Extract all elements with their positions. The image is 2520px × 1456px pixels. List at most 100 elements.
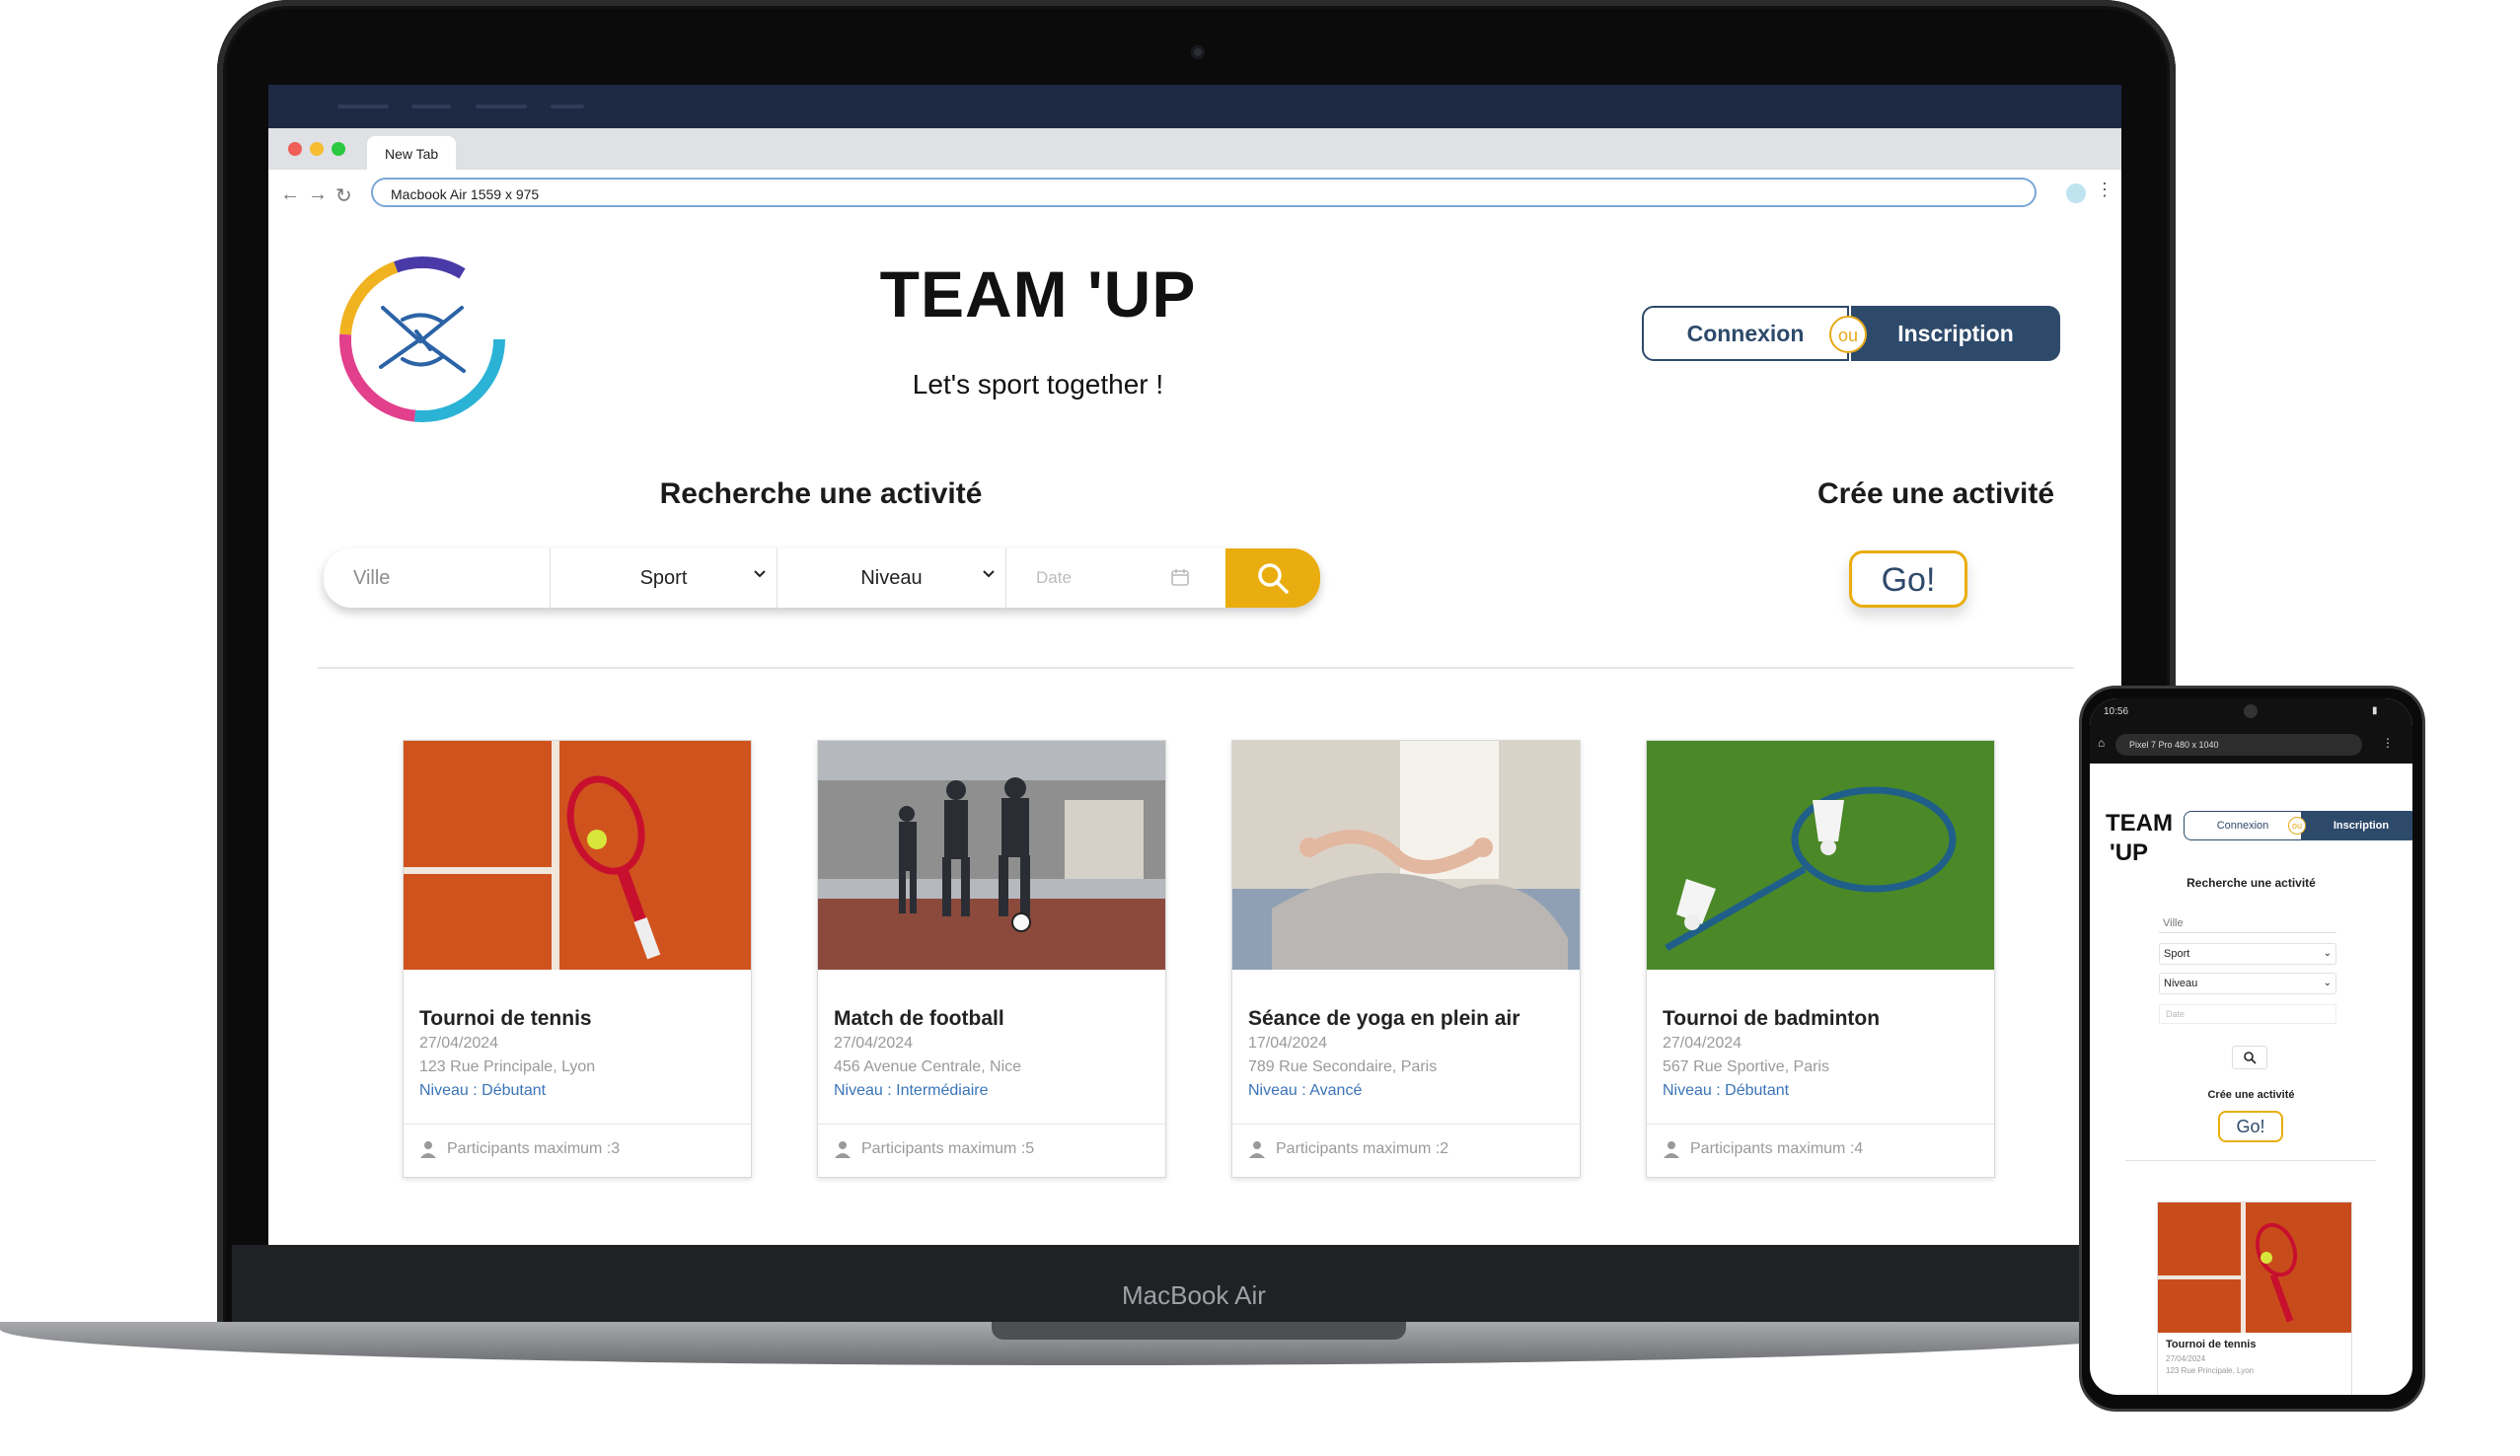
address-bar[interactable]: Macbook Air 1559 x 975 (371, 178, 2037, 207)
more-icon[interactable]: ⋮ (2096, 180, 2113, 200)
level-select[interactable]: Niveau (778, 548, 1006, 608)
card-participants: Participants maximum :2 (1276, 1140, 1449, 1157)
phone-auth-switch: Connexion Inscription ou (2184, 811, 2412, 840)
home-icon[interactable]: ⌂ (2098, 736, 2105, 750)
section-divider (318, 667, 2074, 669)
phone-or-badge: ou (2288, 817, 2306, 835)
forward-icon[interactable]: → (308, 183, 328, 206)
card-footer: Participants maximum :5 (818, 1124, 1165, 1178)
menu-item-placeholder[interactable] (411, 105, 451, 109)
phone-status-bar: 10:56 ▮ (2090, 698, 2412, 726)
phone-card-address: 123 Rue Principale, Lyon (2166, 1366, 2255, 1375)
phone-signup-button[interactable]: Inscription (2302, 811, 2412, 840)
phone-search-button[interactable] (2232, 1046, 2267, 1069)
search-icon (2244, 1052, 2257, 1064)
date-input[interactable]: Date (1006, 548, 1225, 608)
card-date: 27/04/2024 (1663, 1035, 1742, 1052)
calendar-icon[interactable] (1170, 567, 1190, 587)
menu-item-placeholder[interactable] (337, 105, 389, 109)
sport-select-value: Sport (639, 566, 688, 589)
maximize-window-icon[interactable] (332, 142, 345, 156)
card-address: 456 Avenue Centrale, Nice (834, 1058, 1022, 1075)
browser-tab-strip: New Tab (268, 128, 2121, 170)
card-participants: Participants maximum :4 (1690, 1140, 1864, 1157)
phone-address-bar[interactable]: Pixel 7 Pro 480 x 1040 (2115, 734, 2362, 756)
phone-city-input[interactable]: Ville (2159, 913, 2336, 933)
phone-login-button[interactable]: Connexion (2184, 811, 2302, 840)
chevron-down-icon (983, 570, 995, 578)
minimize-window-icon[interactable] (310, 142, 324, 156)
card-address: 789 Rue Secondaire, Paris (1248, 1058, 1438, 1075)
phone-brand-line2: 'UP (2110, 839, 2149, 866)
chevron-down-icon (754, 570, 766, 578)
phone-sport-select[interactable]: Sport ⌄ (2159, 943, 2336, 965)
activity-card[interactable]: Tournoi de badminton 27/04/2024 567 Rue … (1646, 740, 1995, 1178)
user-icon (420, 1141, 436, 1158)
laptop-hinge (992, 1322, 1406, 1340)
browser-tab[interactable]: New Tab (367, 136, 457, 170)
phone-brand: TEAM 'UP (2106, 809, 2173, 868)
user-icon (835, 1141, 851, 1158)
city-input[interactable]: Ville (324, 548, 551, 608)
menu-item-placeholder[interactable] (551, 105, 584, 109)
search-bar: Ville Sport Niveau Date (324, 548, 1320, 608)
card-address: 123 Rue Principale, Lyon (419, 1058, 596, 1075)
card-title: Tournoi de tennis (419, 1007, 592, 1030)
search-button[interactable] (1225, 548, 1320, 608)
search-icon (1258, 563, 1289, 594)
phone-date-input[interactable]: Date (2159, 1004, 2336, 1024)
card-footer: Participants maximum :3 (404, 1124, 751, 1178)
status-time: 10:56 (2104, 706, 2129, 717)
battery-icon: ▮ (2372, 705, 2378, 716)
phone-sport-value: Sport (2164, 948, 2190, 960)
reload-icon[interactable]: ↻ (335, 183, 352, 208)
card-level: Niveau : Débutant (419, 1082, 547, 1099)
activity-card[interactable]: Séance de yoga en plein air 17/04/2024 7… (1231, 740, 1581, 1178)
user-icon (1664, 1141, 1679, 1158)
phone-brand-line1: TEAM (2106, 810, 2173, 837)
card-date: 27/04/2024 (834, 1035, 914, 1052)
card-footer: Participants maximum :4 (1647, 1124, 1994, 1178)
search-title: Recherche une activité (659, 477, 983, 510)
web-page: TEAM 'UP Let's sport together ! Connexio… (268, 221, 2121, 1245)
menu-item-placeholder[interactable] (476, 105, 527, 109)
mac-menu-bar (268, 85, 2121, 128)
or-badge: ou (1829, 316, 1867, 353)
card-participants: Participants maximum :5 (861, 1140, 1035, 1157)
signup-button[interactable]: Inscription (1851, 306, 2060, 361)
sport-select[interactable]: Sport (551, 548, 778, 608)
create-activity-button[interactable]: Go! (1849, 550, 1967, 608)
card-title: Séance de yoga en plein air (1248, 1007, 1520, 1030)
team-up-logo[interactable] (334, 251, 511, 428)
phone-frame: 10:56 ▮ ⌂ Pixel 7 Pro 480 x 1040 ⋮ TEAM … (2082, 689, 2422, 1409)
phone-activity-card[interactable]: Tournoi de tennis 27/04/2024 123 Rue Pri… (2157, 1201, 2352, 1395)
phone-card-title: Tournoi de tennis (2166, 1339, 2257, 1350)
card-address: 567 Rue Sportive, Paris (1663, 1058, 1829, 1075)
phone-level-select[interactable]: Niveau ⌄ (2159, 973, 2336, 994)
camera-icon (2244, 704, 2258, 718)
football-image (818, 741, 1165, 970)
level-select-value: Niveau (860, 566, 923, 589)
phone-go-button[interactable]: Go! (2218, 1111, 2283, 1142)
card-level: Niveau : Avancé (1248, 1082, 1363, 1099)
phone-screen: 10:56 ▮ ⌂ Pixel 7 Pro 480 x 1040 ⋮ TEAM … (2090, 698, 2412, 1395)
activity-card[interactable]: Tournoi de tennis 27/04/2024 123 Rue Pri… (403, 740, 752, 1178)
phone-browser-bar: ⌂ Pixel 7 Pro 480 x 1040 ⋮ (2090, 726, 2412, 764)
back-icon[interactable]: ← (280, 183, 300, 206)
card-date: 27/04/2024 (419, 1035, 499, 1052)
login-button[interactable]: Connexion (1642, 306, 1849, 361)
tennis-image (404, 741, 751, 970)
card-date: 17/04/2024 (1248, 1035, 1328, 1052)
phone-divider (2125, 1160, 2376, 1161)
yoga-image (1232, 741, 1580, 970)
profile-icon[interactable] (2066, 183, 2086, 203)
chevron-down-icon: ⌄ (2323, 978, 2332, 988)
date-placeholder: Date (1036, 568, 1072, 587)
laptop-label: MacBook Air (1122, 1280, 1266, 1310)
tennis-image (2158, 1202, 2351, 1333)
card-level: Niveau : Débutant (1663, 1082, 1790, 1099)
more-icon[interactable]: ⋮ (2382, 736, 2394, 750)
phone-level-value: Niveau (2164, 978, 2198, 989)
close-window-icon[interactable] (288, 142, 302, 156)
activity-card[interactable]: Match de football 27/04/2024 456 Avenue … (817, 740, 1166, 1178)
